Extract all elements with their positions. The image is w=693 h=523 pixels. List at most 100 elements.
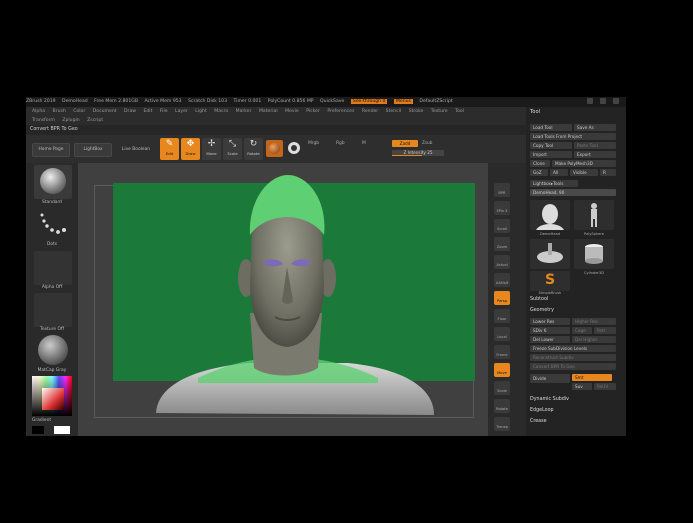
menu-zscript[interactable]: Zscript: [87, 118, 103, 123]
load-tool-button[interactable]: Load Tool: [530, 124, 572, 131]
menu-stencil[interactable]: Stencil: [386, 109, 402, 114]
menu-tool[interactable]: Tool: [455, 109, 464, 114]
scroll-button[interactable]: Scroll: [494, 219, 510, 233]
minimize-icon[interactable]: [587, 98, 593, 104]
menu-movie[interactable]: Movie: [285, 109, 299, 114]
head-model[interactable]: [78, 163, 488, 436]
menu-color[interactable]: Color: [73, 109, 85, 114]
dynamic-subdiv-section[interactable]: Dynamic Subdiv: [530, 397, 569, 402]
persp-button[interactable]: Persp: [494, 291, 510, 305]
subtool-section[interactable]: Subtool: [530, 297, 548, 302]
rstr-button[interactable]: Rstr: [594, 327, 616, 334]
menu-zplugin[interactable]: Zplugin: [62, 118, 79, 123]
secondary-color[interactable]: [32, 426, 44, 434]
color-picker-icon[interactable]: [288, 142, 300, 154]
local-button[interactable]: Local: [494, 327, 510, 341]
menu-marker[interactable]: Marker: [236, 109, 252, 114]
tool-thumb-polysphere[interactable]: PolySphere: [574, 200, 614, 236]
edgeloop-section[interactable]: EdgeLoop: [530, 408, 554, 413]
zoom-button[interactable]: Zoom: [494, 237, 510, 251]
divide-button[interactable]: Divide: [530, 374, 570, 383]
brush-thumbnail[interactable]: [34, 165, 72, 199]
load-tools-from-project-button[interactable]: Load Tools From Project: [530, 133, 616, 140]
reconstruct-subdiv-button[interactable]: Reconstruct Subdiv: [530, 354, 616, 361]
frame-button[interactable]: Frame: [494, 345, 510, 359]
color-square[interactable]: [42, 388, 64, 410]
higher-res-button[interactable]: Higher Res: [572, 318, 616, 325]
z-intensity-slider[interactable]: Z Intensity 25: [392, 150, 444, 156]
tool-thumb-cylinder[interactable]: Cylinder3D: [574, 239, 614, 275]
aahalf-button[interactable]: AAHalf: [494, 273, 510, 287]
menu-texture[interactable]: Texture: [431, 109, 448, 114]
paste-tool-button[interactable]: Paste Tool: [574, 142, 616, 149]
del-higher-button[interactable]: Del Higher: [572, 336, 616, 343]
convert-bpr-button[interactable]: Convert BPR To Geo: [530, 363, 616, 370]
smt-toggle[interactable]: Smt: [572, 374, 612, 381]
home-page-button[interactable]: Home Page: [32, 143, 70, 157]
move-view-button[interactable]: Move: [494, 363, 510, 377]
tool-thumb-simplebrush[interactable]: SimpleBrush: [530, 239, 570, 275]
quicksave-button[interactable]: QuickSave: [320, 99, 344, 104]
geometry-section[interactable]: Geometry: [530, 308, 554, 313]
cage-button[interactable]: Cage: [572, 327, 592, 334]
zsub-button[interactable]: Zsub: [422, 140, 432, 145]
menu-draw[interactable]: Draw: [124, 109, 136, 114]
copy-tool-button[interactable]: Copy Tool: [530, 142, 572, 149]
menu-stroke[interactable]: Stroke: [409, 109, 424, 114]
menu-material[interactable]: Material: [259, 109, 278, 114]
menu-transform[interactable]: Transform: [32, 118, 55, 123]
tool-thumb-zbrush[interactable]: S SimpleBrush: [530, 271, 570, 295]
stroke-thumbnail[interactable]: [34, 207, 72, 241]
goz-all-button[interactable]: All: [550, 169, 568, 176]
bpr-button[interactable]: BPR: [494, 183, 510, 197]
clone-button[interactable]: Clone: [530, 160, 550, 167]
menu-brush[interactable]: Brush: [53, 109, 66, 114]
main-color[interactable]: [54, 426, 70, 434]
m-toggle[interactable]: M: [362, 141, 366, 146]
menu-picker[interactable]: Picker: [306, 109, 320, 114]
see-through-slider[interactable]: See-through 0: [350, 99, 388, 104]
canvas-area[interactable]: [78, 163, 488, 436]
lightbox-button[interactable]: LightBox: [74, 143, 112, 157]
material-swatch[interactable]: [266, 140, 283, 157]
menu-file[interactable]: File: [160, 109, 168, 114]
scale-button[interactable]: ⤡ Scale: [223, 138, 242, 160]
goz-button[interactable]: GoZ: [530, 169, 548, 176]
reuv-toggle[interactable]: ReUV: [594, 383, 616, 390]
export-button[interactable]: Export: [574, 151, 616, 158]
edit-button[interactable]: ✎ Edit: [160, 138, 179, 160]
del-lower-button[interactable]: Del Lower: [530, 336, 570, 343]
menu-layer[interactable]: Layer: [175, 109, 188, 114]
menu-edit[interactable]: Edit: [143, 109, 152, 114]
scale-view-button[interactable]: Scale: [494, 381, 510, 395]
rotate-view-button[interactable]: Rotate: [494, 399, 510, 413]
lightbox-tools-button[interactable]: Lightbox▸Tools: [530, 180, 578, 187]
suv-toggle[interactable]: Suv: [572, 383, 592, 390]
rgb-toggle[interactable]: Rgb: [336, 141, 345, 146]
freeze-subdivision-button[interactable]: Freeze SubDivision Levels: [530, 345, 616, 352]
menu-alpha[interactable]: Alpha: [32, 109, 45, 114]
import-button[interactable]: Import: [530, 151, 572, 158]
transp-button[interactable]: Transp: [494, 417, 510, 431]
zadd-button[interactable]: Zadd: [392, 140, 418, 147]
mrgb-toggle[interactable]: Mrgb: [308, 141, 319, 146]
color-picker[interactable]: [32, 376, 72, 416]
lower-res-button[interactable]: Lower Res: [530, 318, 570, 325]
material-thumbnail[interactable]: [34, 334, 72, 368]
draw-button[interactable]: ✥ Draw: [181, 138, 200, 160]
live-boolean-button[interactable]: Live Boolean: [116, 143, 156, 157]
menus-button[interactable]: Menus: [393, 99, 413, 104]
menu-macro[interactable]: Macro: [214, 109, 228, 114]
crease-section[interactable]: Crease: [530, 419, 547, 424]
sdiv-slider[interactable]: SDiv 6: [530, 327, 570, 334]
rotate-button[interactable]: ↻ Rotate: [244, 138, 263, 160]
move-button[interactable]: ✢ Move: [202, 138, 221, 160]
make-polymesh-button[interactable]: Make PolyMesh3D: [552, 160, 616, 167]
visible-button[interactable]: Visible: [570, 169, 598, 176]
tool-thumb-demohead[interactable]: DemoHead: [530, 200, 570, 236]
maximize-icon[interactable]: [600, 98, 606, 104]
current-tool-slider[interactable]: DemoHead. 90: [530, 189, 616, 196]
close-icon[interactable]: [613, 98, 619, 104]
floor-button[interactable]: Floor: [494, 309, 510, 323]
r-button[interactable]: R: [600, 169, 616, 176]
